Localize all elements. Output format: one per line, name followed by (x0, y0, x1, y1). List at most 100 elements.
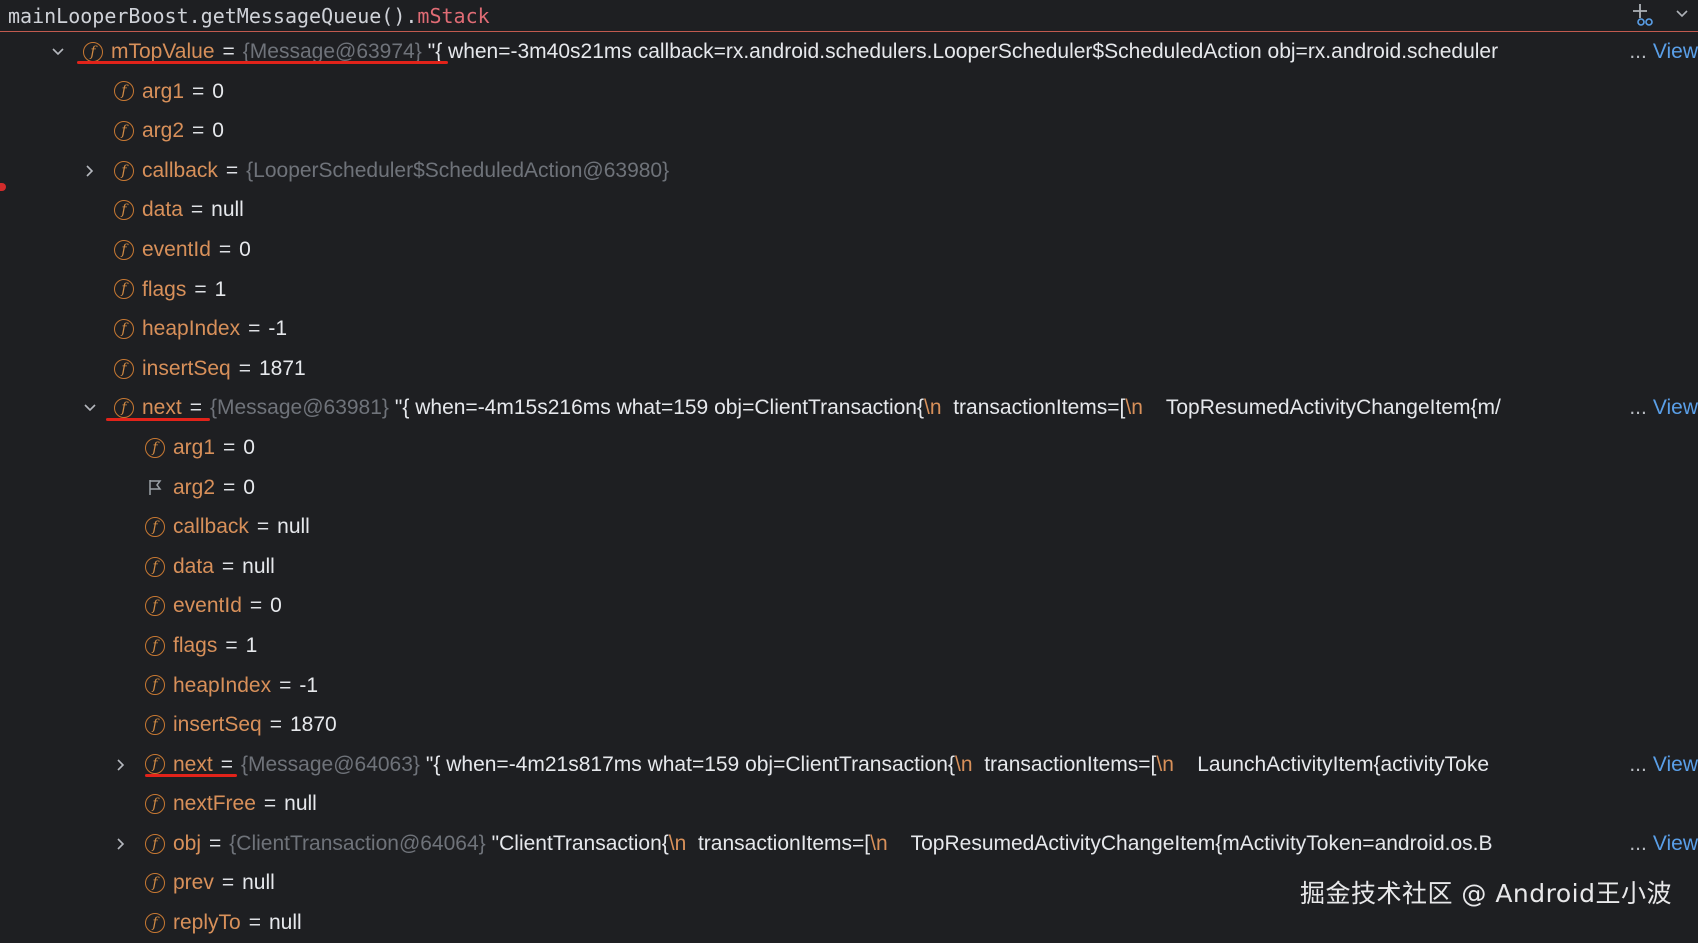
tree-row-eventid[interactable]: f eventId = 0 (0, 586, 1698, 626)
tree-row-flags[interactable]: f flags = 1 (0, 270, 1698, 310)
equals-sign: = (189, 396, 202, 420)
add-watch-icon[interactable] (1628, 2, 1656, 26)
field-name: arg2 (142, 119, 185, 143)
field-icon: f (114, 358, 134, 379)
field-icon: f (145, 714, 165, 735)
truncation-ellipsis: ... (1629, 831, 1647, 855)
field-value: 1 (245, 633, 258, 657)
tree-row-callback[interactable]: f callback = null (0, 507, 1698, 547)
chevron-right-icon[interactable] (80, 161, 100, 181)
chevron-right-icon[interactable] (111, 755, 131, 775)
field-icon: f (145, 635, 165, 656)
equals-sign: = (263, 792, 277, 816)
field-name: flags (142, 277, 187, 301)
field-name: nextFree (173, 792, 256, 816)
field-icon: f (145, 516, 165, 537)
equals-sign: = (190, 198, 204, 222)
chevron-right-icon[interactable] (111, 834, 131, 854)
dropdown-icon[interactable] (1674, 6, 1690, 22)
equals-sign: = (220, 752, 233, 776)
tree-row-data[interactable]: f data = null (0, 547, 1698, 587)
field-name: callback (142, 158, 218, 182)
field-value: null (211, 198, 244, 222)
field-value: 0 (243, 435, 255, 459)
field-value: 1871 (258, 356, 306, 380)
highlight-underline-nested-next (145, 774, 237, 777)
tree-row-arg1[interactable]: f arg1 = 0 (0, 428, 1698, 468)
escape-sequence: \n (924, 396, 942, 420)
view-link[interactable]: View (1653, 32, 1698, 72)
escape-sequence: \n (668, 831, 687, 855)
tree-row-obj[interactable]: f obj = {ClientTransaction@64064} "Clien… (0, 823, 1698, 864)
tree-row-next[interactable]: f next = {Message@64063} "{ when=-4m21s8… (0, 744, 1698, 785)
tree-row-eventid[interactable]: f eventId = 0 (0, 230, 1698, 270)
tree-row-arg1[interactable]: f arg1 = 0 (0, 72, 1698, 112)
field-value: 1870 (289, 713, 337, 737)
truncation-ellipsis: ... (1629, 40, 1647, 63)
field-name: arg2 (173, 475, 216, 499)
tree-row-flags[interactable]: f flags = 1 (0, 626, 1698, 666)
tree-row-arg2[interactable]: f arg2 = 0 (0, 111, 1698, 151)
view-link[interactable]: View (1653, 824, 1698, 864)
view-link[interactable]: View (1653, 388, 1698, 428)
field-icon: f (145, 794, 165, 815)
equals-sign: = (209, 831, 222, 855)
equals-sign: = (225, 633, 238, 657)
field-name: arg1 (173, 435, 216, 459)
field-name: mTopValue (111, 40, 215, 63)
field-value: 1 (214, 277, 227, 301)
field-value: 0 (212, 119, 224, 143)
tree-row-mtopvalue[interactable]: f mTopValue = {Message@63974} "{ when=-3… (0, 32, 1698, 72)
tree-row-heapindex[interactable]: f heapIndex = -1 (0, 309, 1698, 349)
truncation-ellipsis: ... (1629, 396, 1647, 420)
field-name: arg1 (142, 79, 185, 103)
chevron-down-icon[interactable] (48, 42, 68, 62)
tree-row-nextfree[interactable]: f nextFree = null (0, 784, 1698, 824)
view-link[interactable]: View (1653, 745, 1698, 785)
equals-sign: = (192, 119, 205, 143)
equals-sign: = (194, 277, 207, 301)
field-value: null (284, 792, 317, 816)
field-value: null (242, 554, 275, 578)
highlight-underline-mtopvalue (77, 61, 448, 64)
tree-row-insertseq[interactable]: f insertSeq = 1871 (0, 349, 1698, 389)
equals-sign: = (238, 356, 251, 380)
object-reference: {Message@63981} (209, 396, 389, 420)
escape-sequence: \n (955, 752, 973, 776)
field-icon: f (145, 437, 165, 458)
tree-row-insertseq[interactable]: f insertSeq = 1870 (0, 705, 1698, 745)
tree-row-arg2[interactable]: arg2 = 0 (0, 468, 1698, 508)
field-value-part: transactionItems=[ (941, 396, 1126, 420)
equals-sign: = (279, 673, 292, 697)
equals-sign: = (269, 713, 282, 737)
tree-row-next[interactable]: f next = {Message@63981} "{ when=-4m15s2… (0, 388, 1698, 428)
field-name: eventId (173, 594, 242, 618)
object-reference: {Message@63974} (242, 40, 422, 63)
field-value-part: "{ when=-4m15s216ms what=159 obj=ClientT… (394, 396, 925, 420)
tree-row-heapindex[interactable]: f heapIndex = -1 (0, 666, 1698, 706)
field-value-part: "{ when=-4m21s817ms what=159 obj=ClientT… (425, 752, 956, 776)
tree-row-callback[interactable]: f callback = {LooperScheduler$ScheduledA… (0, 151, 1698, 191)
field-name: data (173, 554, 214, 578)
field-icon: f (145, 754, 165, 775)
variables-tree: f mTopValue = {Message@63974} "{ when=-3… (0, 32, 1698, 943)
chevron-down-icon[interactable] (80, 398, 100, 418)
escape-sequence: \n (1156, 752, 1174, 776)
equals-sign: = (256, 515, 270, 539)
equals-sign: = (221, 554, 235, 578)
watch-expression-field: mStack (417, 3, 490, 28)
watch-expression-header[interactable]: mainLooperBoost.getMessageQueue(). mStack (0, 0, 1698, 32)
field-name: next (173, 752, 213, 776)
field-icon: f (145, 596, 165, 617)
field-icon: f (145, 675, 165, 696)
truncation-ellipsis: ... (1629, 752, 1647, 776)
field-name: flags (173, 633, 218, 657)
equals-sign: = (223, 435, 236, 459)
tree-row-data[interactable]: f data = null (0, 190, 1698, 230)
field-value: "{ when=-3m40s21ms callback=rx.android.s… (427, 40, 1499, 63)
object-reference: {ClientTransaction@64064} (229, 831, 486, 855)
field-value: null (277, 515, 310, 539)
field-value: null (268, 911, 302, 935)
equals-sign: = (218, 237, 232, 261)
equals-sign: = (248, 317, 261, 341)
